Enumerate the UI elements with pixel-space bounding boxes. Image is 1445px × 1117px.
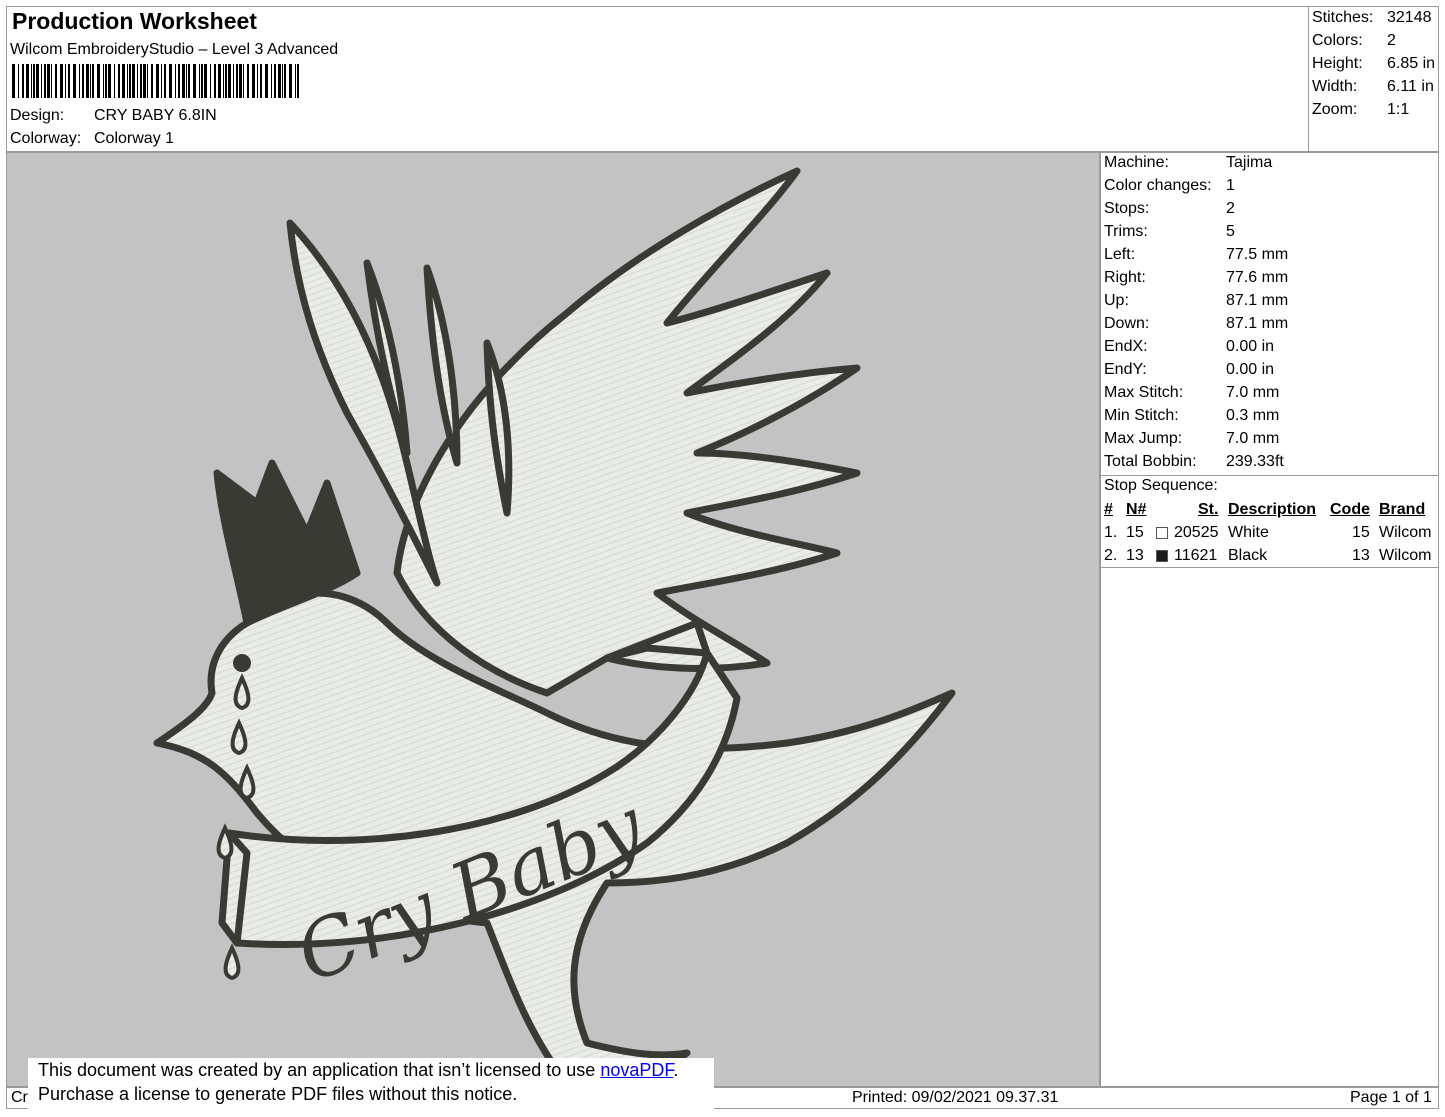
stat-colors: Colors: 2: [1312, 32, 1396, 49]
stat-stitches: Stitches: 32148: [1312, 9, 1432, 26]
software-name: Wilcom EmbroideryStudio – Level 3 Advanc…: [10, 41, 339, 58]
stop-sequence-label: Stop Sequence:: [1104, 477, 1218, 494]
info-stops: Stops: 2: [1104, 200, 1235, 217]
embroidery-design-bird: Cry Baby: [153, 167, 956, 1086]
page-title: Production Worksheet: [12, 8, 257, 34]
footer-left-fragment: Cr: [11, 1089, 28, 1106]
stop-sequence-row: 1. 15 20525 White 15 Wilcom: [1104, 524, 1432, 541]
stop-sequence-header: # N# St. Description Code Brand: [1104, 501, 1426, 518]
info-endy: EndY: 0.00 in: [1104, 361, 1275, 378]
notice-line-1: This document was created by an applicat…: [38, 1060, 679, 1080]
design-label: Design:: [10, 107, 65, 124]
right-wing: [393, 167, 861, 697]
colorway-label: Colorway:: [10, 130, 82, 147]
design-value: CRY BABY 6.8IN: [94, 107, 217, 124]
design-stats: Stitches: 32148 Colors: 2 Height: 6.85 in W…: [1308, 6, 1439, 152]
printed-date: Printed: 09/02/2021 09.37.31: [852, 1089, 1059, 1106]
page-number: Page 1 of 1: [1350, 1089, 1432, 1106]
info-color-changes: Color changes: 1: [1104, 177, 1235, 194]
info-left: Left: 77.5 mm: [1104, 246, 1289, 263]
info-total-bobbin: Total Bobbin: 239.33ft: [1104, 453, 1284, 470]
machine-info-panel: Machine: Tajima Color changes: 1 Stops: 2 T…: [1100, 152, 1439, 1087]
colorway-value: Colorway 1: [94, 130, 175, 147]
notice-line-2: Purchase a license to generate PDF files…: [38, 1084, 518, 1104]
stat-zoom: Zoom: 1:1: [1312, 101, 1410, 118]
info-max-jump: Max Jump: 7.0 mm: [1104, 430, 1280, 447]
info-down: Down: 87.1 mm: [1104, 315, 1289, 332]
info-min-stitch: Min Stitch: 0.3 mm: [1104, 407, 1280, 424]
design-row: Design: CRY BABY 6.8IN: [10, 107, 310, 127]
stop-sequence-row: 2. 13 11621 Black 13 Wilcom: [1104, 547, 1432, 564]
info-trims: Trims: 5: [1104, 223, 1235, 240]
color-swatch-black: [1156, 550, 1168, 562]
stat-height: Height: 6.85 in: [1312, 55, 1436, 72]
info-endx: EndX: 0.00 in: [1104, 338, 1275, 355]
info-max-stitch: Max Stitch: 7.0 mm: [1104, 384, 1280, 401]
info-up: Up: 87.1 mm: [1104, 292, 1289, 309]
license-notice: This document was created by an applicat…: [28, 1058, 714, 1114]
info-right: Right: 77.6 mm: [1104, 269, 1289, 286]
design-preview[interactable]: Cry Baby: [6, 152, 1100, 1087]
info-machine: Machine: Tajima: [1104, 154, 1273, 171]
colorway-row: Colorway: Colorway 1: [10, 130, 310, 150]
novapdf-link[interactable]: novaPDF: [600, 1060, 673, 1080]
color-swatch-white: [1156, 527, 1168, 539]
bird-eye: [233, 654, 251, 672]
barcode: [12, 64, 299, 98]
stat-width: Width: 6.11 in: [1312, 78, 1434, 95]
